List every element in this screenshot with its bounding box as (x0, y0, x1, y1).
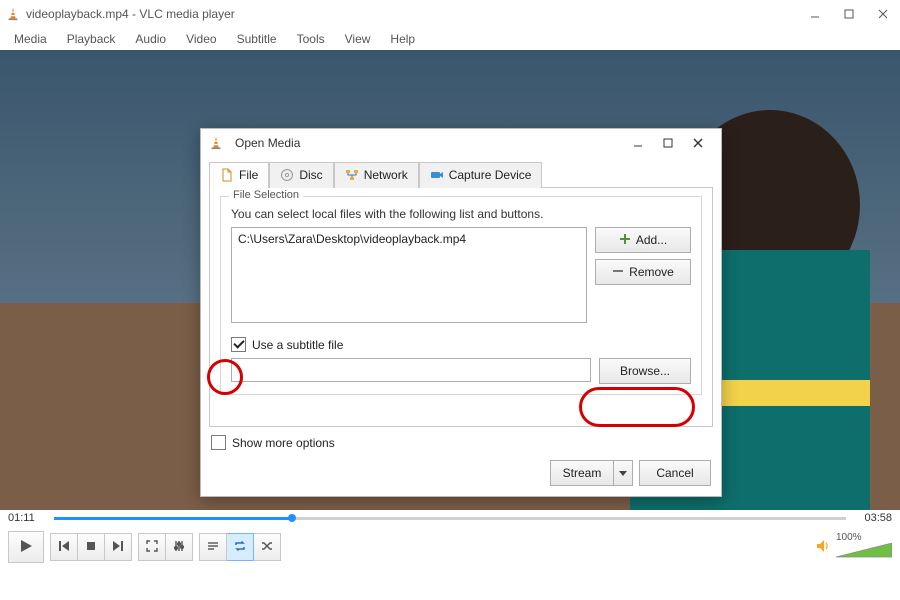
show-more-options-row: Show more options (211, 435, 711, 450)
playlist-button[interactable] (199, 533, 227, 561)
elapsed-time: 01:11 (8, 512, 46, 524)
tab-capture[interactable]: Capture Device (419, 162, 543, 188)
tab-disc-label: Disc (299, 168, 322, 182)
tab-network-label: Network (364, 168, 408, 182)
dialog-title: Open Media (235, 136, 300, 150)
use-subtitle-label: Use a subtitle file (252, 338, 343, 352)
file-list-item[interactable]: C:\Users\Zara\Desktop\videoplayback.mp4 (238, 232, 580, 246)
shuffle-button[interactable] (254, 533, 281, 561)
window-buttons (798, 0, 900, 28)
fullscreen-button[interactable] (138, 533, 166, 561)
tab-file-label: File (239, 168, 258, 182)
file-selection-hint: You can select local files with the foll… (231, 207, 691, 221)
loop-button[interactable] (227, 533, 254, 561)
speaker-icon[interactable] (816, 538, 832, 557)
capture-device-icon (430, 168, 444, 182)
extended-settings-button[interactable] (166, 533, 193, 561)
disc-icon (280, 168, 294, 182)
stream-dropdown-button[interactable] (614, 460, 633, 486)
show-more-options-checkbox[interactable] (211, 435, 226, 450)
dialog-tabbar: File Disc Network Capture Device (201, 161, 721, 187)
dialog-action-bar: Stream Cancel (201, 450, 721, 496)
stop-icon (85, 540, 97, 555)
equalizer-icon (173, 540, 185, 555)
file-selection-legend: File Selection (229, 189, 303, 201)
volume-control: 100% (816, 532, 892, 563)
menu-audio[interactable]: Audio (125, 30, 176, 48)
stop-button[interactable] (78, 533, 105, 561)
menu-video[interactable]: Video (176, 30, 226, 48)
next-button[interactable] (105, 533, 132, 561)
dialog-titlebar: Open Media (201, 129, 721, 157)
playlist-icon (207, 540, 219, 555)
skip-next-icon (112, 540, 124, 555)
remove-file-label: Remove (629, 265, 674, 279)
window-title: videoplayback.mp4 - VLC media player (26, 7, 235, 21)
previous-button[interactable] (50, 533, 78, 561)
add-file-button[interactable]: Add... (595, 227, 691, 253)
menubar: Media Playback Audio Video Subtitle Tool… (0, 28, 900, 50)
loop-icon (234, 540, 246, 555)
menu-playback[interactable]: Playback (57, 30, 126, 48)
seek-bar[interactable] (54, 513, 846, 523)
dialog-minimize-button[interactable] (623, 131, 653, 155)
fullscreen-icon (146, 540, 158, 555)
control-bar: 100% (0, 524, 900, 572)
file-selection-group: File Selection You can select local file… (220, 196, 702, 395)
tab-file-panel: File Selection You can select local file… (209, 187, 713, 427)
tab-capture-label: Capture Device (449, 168, 532, 182)
shuffle-icon (261, 540, 273, 555)
total-time: 03:58 (854, 512, 892, 524)
tab-file[interactable]: File (209, 162, 269, 188)
subtitle-path-input[interactable] (231, 358, 591, 382)
browse-subtitle-label: Browse... (620, 364, 670, 378)
remove-file-button[interactable]: Remove (595, 259, 691, 285)
use-subtitle-checkbox[interactable] (231, 337, 246, 352)
tab-network[interactable]: Network (334, 162, 419, 188)
tab-disc[interactable]: Disc (269, 162, 333, 188)
maximize-button[interactable] (832, 0, 866, 28)
close-button[interactable] (866, 0, 900, 28)
menu-help[interactable]: Help (380, 30, 425, 48)
open-media-dialog: Open Media File Disc Netwo (200, 128, 722, 497)
app-window: videoplayback.mp4 - VLC media player Med… (0, 0, 900, 600)
menu-media[interactable]: Media (4, 30, 57, 48)
minus-icon (612, 265, 624, 280)
volume-percent-label: 100% (836, 532, 890, 543)
minimize-button[interactable] (798, 0, 832, 28)
stream-split-button: Stream (550, 460, 633, 486)
stream-button[interactable]: Stream (550, 460, 614, 486)
add-file-label: Add... (636, 233, 667, 247)
vlc-cone-icon (209, 136, 223, 150)
cancel-button[interactable]: Cancel (639, 460, 711, 486)
stream-label: Stream (563, 466, 602, 480)
file-list[interactable]: C:\Users\Zara\Desktop\videoplayback.mp4 (231, 227, 587, 323)
menu-view[interactable]: View (335, 30, 381, 48)
chevron-down-icon (619, 466, 627, 480)
volume-slider[interactable] (836, 543, 892, 563)
file-icon (220, 168, 234, 182)
browse-subtitle-button[interactable]: Browse... (599, 358, 691, 384)
menu-tools[interactable]: Tools (287, 30, 335, 48)
play-button[interactable] (8, 531, 44, 563)
cancel-label: Cancel (656, 466, 693, 480)
titlebar: videoplayback.mp4 - VLC media player (0, 0, 900, 28)
vlc-cone-icon (6, 7, 20, 21)
plus-icon (619, 233, 631, 248)
skip-previous-icon (58, 540, 70, 555)
play-icon (19, 539, 33, 556)
dialog-close-button[interactable] (683, 131, 713, 155)
dialog-maximize-button[interactable] (653, 131, 683, 155)
video-viewport[interactable]: Open Media File Disc Netwo (0, 50, 900, 510)
menu-subtitle[interactable]: Subtitle (227, 30, 287, 48)
network-icon (345, 168, 359, 182)
show-more-options-label: Show more options (232, 436, 335, 450)
seek-row: 01:11 03:58 (0, 510, 900, 524)
